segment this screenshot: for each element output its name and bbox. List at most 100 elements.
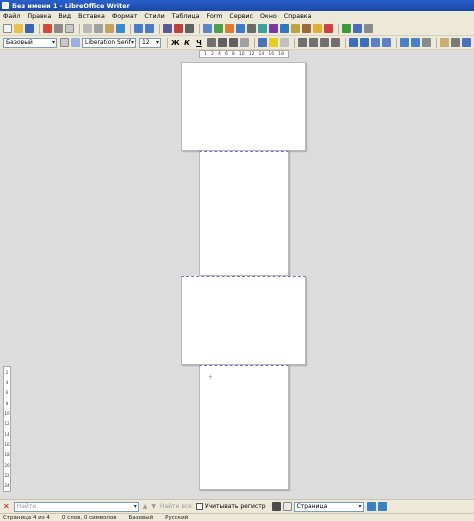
document-page-portrait[interactable]: + xyxy=(199,365,289,490)
language-status[interactable]: Русский xyxy=(165,515,188,521)
find-input[interactable]: Найти xyxy=(13,501,139,512)
insert-chart-icon[interactable] xyxy=(225,24,234,33)
spelling-icon[interactable] xyxy=(174,24,183,33)
word-count-status[interactable]: 0 слов, 0 символов xyxy=(62,515,117,521)
insert-image-icon[interactable] xyxy=(214,24,223,33)
decrease-indent-icon[interactable] xyxy=(382,38,391,47)
save-icon[interactable] xyxy=(25,24,34,33)
menu-format[interactable]: Формат xyxy=(112,13,138,20)
insert-line-icon[interactable] xyxy=(342,24,351,33)
redo-icon[interactable] xyxy=(145,24,154,33)
find-all-button[interactable]: Найти все xyxy=(160,503,192,510)
print-preview-icon[interactable] xyxy=(65,24,74,33)
justify-icon[interactable] xyxy=(331,38,340,47)
toolbar-separator xyxy=(130,23,131,34)
menu-styles[interactable]: Стили xyxy=(144,13,164,20)
find-replace-binoculars-icon[interactable] xyxy=(271,502,281,511)
navigate-by-select[interactable]: Страница xyxy=(293,501,364,512)
ruler-tick: 4 xyxy=(5,379,9,385)
open-folder-icon[interactable] xyxy=(14,24,23,33)
menu-tools[interactable]: Сервис xyxy=(229,13,253,20)
navigate-next-icon[interactable] xyxy=(377,502,387,511)
ruler-tick: 10 xyxy=(4,410,10,416)
italic-button[interactable]: К xyxy=(183,39,191,47)
ruler-tick: 12 xyxy=(248,51,255,57)
export-pdf-icon[interactable] xyxy=(43,24,52,33)
menu-view[interactable]: Вид xyxy=(58,13,71,20)
page-style-status[interactable]: Базовый xyxy=(129,515,154,521)
insert-footnote-icon[interactable] xyxy=(291,24,300,33)
document-workspace[interactable]: + xyxy=(0,59,474,499)
menu-table[interactable]: Таблица xyxy=(172,13,200,20)
insert-textbox-icon[interactable] xyxy=(236,24,245,33)
copy-icon[interactable] xyxy=(94,24,103,33)
close-icon[interactable]: ✕ xyxy=(3,502,10,511)
insert-page-break-icon[interactable] xyxy=(247,24,256,33)
menu-window[interactable]: Окно xyxy=(260,13,277,20)
strikethrough-icon[interactable] xyxy=(207,38,216,47)
numbering-icon[interactable] xyxy=(360,38,369,47)
subscript-icon[interactable] xyxy=(229,38,238,47)
vertical-ruler[interactable]: 2 4 6 8 10 12 14 16 18 20 22 24 xyxy=(3,366,11,492)
bold-button[interactable]: Ж xyxy=(171,39,180,47)
find-next-icon[interactable]: ▼ xyxy=(151,503,156,510)
align-center-icon[interactable] xyxy=(309,38,318,47)
superscript-icon[interactable] xyxy=(218,38,227,47)
toolbar-overflow-icon[interactable] xyxy=(364,24,373,33)
ruler-tick: 24 xyxy=(4,483,10,489)
set-paragraph-style-icon[interactable] xyxy=(451,38,460,47)
character-spacing-icon[interactable] xyxy=(280,38,289,47)
document-page-landscape[interactable] xyxy=(181,62,306,151)
formatting-marks-icon[interactable] xyxy=(185,24,194,33)
underline-button[interactable]: Ч xyxy=(195,39,203,47)
align-left-icon[interactable] xyxy=(298,38,307,47)
document-page-landscape[interactable] xyxy=(181,276,306,365)
match-case-label: Учитывать регистр xyxy=(204,503,266,510)
clear-formatting-icon[interactable] xyxy=(240,38,249,47)
insert-hyperlink-icon[interactable] xyxy=(280,24,289,33)
print-icon[interactable] xyxy=(54,24,63,33)
paragraph-background-icon[interactable] xyxy=(440,38,449,47)
ruler-tick: 2 xyxy=(211,51,214,57)
cut-icon[interactable] xyxy=(83,24,92,33)
basic-shapes-icon[interactable] xyxy=(353,24,362,33)
find-previous-icon[interactable]: ▲ xyxy=(143,503,148,510)
clone-formatting-icon[interactable] xyxy=(116,24,125,33)
highlighting-color-icon[interactable] xyxy=(269,38,278,47)
find-replace-icon[interactable] xyxy=(163,24,172,33)
font-name-select[interactable]: Liberation Serif xyxy=(82,37,136,48)
navigate-previous-icon[interactable] xyxy=(366,502,376,511)
new-document-icon[interactable] xyxy=(3,24,12,33)
bullets-icon[interactable] xyxy=(349,38,358,47)
insert-table-icon[interactable] xyxy=(203,24,212,33)
horizontal-ruler[interactable]: 1 2 4 6 8 10 12 14 16 18 xyxy=(199,50,289,58)
align-right-icon[interactable] xyxy=(320,38,329,47)
update-style-icon[interactable] xyxy=(60,38,69,47)
document-page-portrait[interactable] xyxy=(199,151,289,276)
menu-file[interactable]: Файл xyxy=(3,13,20,20)
menu-help[interactable]: Справка xyxy=(284,13,312,20)
insert-field-icon[interactable] xyxy=(258,24,267,33)
paragraph-style-select[interactable]: Базовый xyxy=(3,37,57,48)
paragraph-below-spacing-icon[interactable] xyxy=(411,38,420,47)
insert-comment-icon[interactable] xyxy=(313,24,322,33)
sidebar-icon[interactable] xyxy=(462,38,471,47)
track-changes-icon[interactable] xyxy=(324,24,333,33)
increase-indent-icon[interactable] xyxy=(371,38,380,47)
undo-icon[interactable] xyxy=(134,24,143,33)
line-spacing-icon[interactable] xyxy=(422,38,431,47)
insert-bookmark-icon[interactable] xyxy=(302,24,311,33)
insert-special-character-icon[interactable] xyxy=(269,24,278,33)
font-color-icon[interactable] xyxy=(258,38,267,47)
ruler-tick: 2 xyxy=(5,369,9,375)
new-style-icon[interactable] xyxy=(71,38,80,47)
paste-icon[interactable] xyxy=(105,24,114,33)
menu-insert[interactable]: Вставка xyxy=(78,13,105,20)
font-size-select[interactable]: 12 xyxy=(139,37,161,48)
menu-form[interactable]: Form xyxy=(207,13,223,20)
ruler-tick: 8 xyxy=(5,400,9,406)
page-count-status[interactable]: Страница 4 из 4 xyxy=(3,515,50,521)
match-case-checkbox[interactable] xyxy=(195,503,203,510)
paragraph-above-spacing-icon[interactable] xyxy=(400,38,409,47)
menu-edit[interactable]: Правка xyxy=(27,13,51,20)
